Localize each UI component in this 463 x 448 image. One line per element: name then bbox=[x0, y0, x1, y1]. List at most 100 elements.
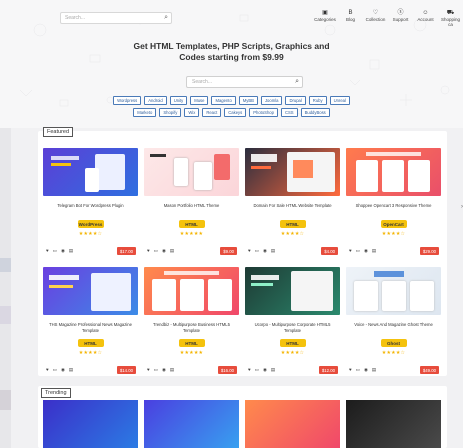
nav-support[interactable]: ⓢ Support bbox=[388, 10, 413, 27]
cart-icon[interactable]: ▤ bbox=[271, 248, 275, 253]
heart-icon[interactable]: ♥ bbox=[46, 367, 49, 372]
product-thumbnail[interactable] bbox=[144, 148, 239, 196]
hero-search-input[interactable]: Search... ⌕ bbox=[186, 76, 303, 88]
product-title[interactable]: Telegram Bot For Wordpress Plugin bbox=[43, 203, 138, 215]
category-badge[interactable]: HTML bbox=[279, 220, 306, 228]
product-title[interactable]: THS Magazine Professional News Magazine … bbox=[43, 322, 138, 334]
cart-icon[interactable]: ▤ bbox=[372, 248, 376, 253]
tag-item[interactable]: BuddyBoss bbox=[300, 108, 330, 117]
heart-icon[interactable]: ♥ bbox=[147, 367, 150, 372]
product-title[interactable]: Ucorpo - Multipurpose Corporate HTML5 Te… bbox=[245, 322, 340, 334]
monitor-icon[interactable]: ▭ bbox=[356, 248, 360, 253]
product-thumbnail[interactable] bbox=[43, 148, 138, 196]
product-title[interactable]: Trendbiz - Multipurpose Business HTML5 T… bbox=[144, 322, 239, 334]
cart-icon[interactable]: ▤ bbox=[170, 367, 174, 372]
tag-item[interactable]: Magento bbox=[211, 96, 236, 105]
product-card[interactable]: Domain For Sale HTML Website Template HT… bbox=[245, 148, 340, 258]
product-title[interactable]: Voice - News And Magazine Ghost Theme bbox=[346, 322, 441, 334]
cart-icon[interactable]: ▤ bbox=[372, 367, 376, 372]
monitor-icon[interactable]: ▭ bbox=[255, 248, 259, 253]
tag-item[interactable]: MyBB bbox=[238, 96, 258, 105]
header-search-input[interactable]: Search... ⌕ bbox=[60, 12, 172, 24]
tag-item[interactable]: Ruby bbox=[308, 96, 327, 105]
monitor-icon[interactable]: ▭ bbox=[356, 367, 360, 372]
cart-icon[interactable]: ▤ bbox=[271, 367, 275, 372]
nav-blog[interactable]: B Blog bbox=[338, 10, 363, 27]
tag-item[interactable]: Unity bbox=[169, 96, 188, 105]
product-title[interactable]: Mason Portfolio HTML Theme bbox=[144, 203, 239, 215]
search-icon[interactable]: ⌕ bbox=[295, 78, 299, 86]
eye-icon[interactable]: ◉ bbox=[364, 248, 368, 253]
heart-icon[interactable]: ♥ bbox=[46, 248, 49, 253]
monitor-icon[interactable]: ▭ bbox=[53, 367, 57, 372]
tag-item[interactable]: Drupal bbox=[285, 96, 306, 105]
product-card[interactable]: Shoppee Opencart 3 Responsive Theme Open… bbox=[346, 148, 441, 258]
product-title[interactable]: Shoppee Opencart 3 Responsive Theme bbox=[346, 203, 441, 215]
tag-item[interactable]: Unreal bbox=[329, 96, 350, 105]
tag-item[interactable]: Cakeys bbox=[224, 108, 247, 117]
product-thumbnail[interactable] bbox=[43, 400, 138, 448]
price-badge[interactable]: $9.00 bbox=[220, 247, 237, 255]
tag-item[interactable]: CSS bbox=[280, 108, 298, 117]
eye-icon[interactable]: ◉ bbox=[263, 248, 267, 253]
tag-item[interactable]: Shopify bbox=[159, 108, 182, 117]
product-card[interactable]: Mason Portfolio HTML Theme HTML ★★★★★ ♥ ▭… bbox=[144, 148, 239, 258]
product-title[interactable]: Domain For Sale HTML Website Template bbox=[245, 203, 340, 215]
nav-account[interactable]: ☺ Account bbox=[413, 10, 438, 27]
tag-item[interactable]: Wix bbox=[184, 108, 200, 117]
heart-icon[interactable]: ♥ bbox=[349, 248, 352, 253]
product-thumbnail[interactable] bbox=[245, 400, 340, 448]
monitor-icon[interactable]: ▭ bbox=[53, 248, 57, 253]
price-badge[interactable]: $4.00 bbox=[321, 247, 338, 255]
monitor-icon[interactable]: ▭ bbox=[154, 248, 158, 253]
nav-categories[interactable]: ▣ Categories bbox=[312, 10, 338, 27]
nav-collection[interactable]: ♡ Collection bbox=[363, 10, 388, 27]
heart-icon[interactable]: ♥ bbox=[147, 248, 150, 253]
product-card[interactable]: Trendbiz - Multipurpose Business HTML5 T… bbox=[144, 267, 239, 377]
product-thumbnail[interactable] bbox=[346, 400, 441, 448]
monitor-icon[interactable]: ▭ bbox=[154, 367, 158, 372]
price-badge[interactable]: $17.00 bbox=[116, 247, 136, 255]
product-thumbnail[interactable] bbox=[245, 267, 340, 315]
tag-item[interactable]: Wordpress bbox=[113, 96, 142, 105]
price-badge[interactable]: $12.00 bbox=[318, 366, 338, 374]
category-badge[interactable]: HTML bbox=[77, 339, 104, 347]
tag-item[interactable]: React bbox=[202, 108, 222, 117]
search-icon[interactable]: ⌕ bbox=[164, 14, 168, 22]
product-thumbnail[interactable] bbox=[346, 148, 441, 196]
cart-icon[interactable]: ▤ bbox=[170, 248, 174, 253]
category-badge[interactable]: OpenCart bbox=[380, 220, 407, 228]
product-thumbnail[interactable] bbox=[144, 400, 239, 448]
eye-icon[interactable]: ◉ bbox=[162, 367, 166, 372]
category-badge[interactable]: WordPress bbox=[77, 220, 104, 228]
tag-item[interactable]: PhotoShop bbox=[249, 108, 278, 117]
eye-icon[interactable]: ◉ bbox=[61, 248, 65, 253]
eye-icon[interactable]: ◉ bbox=[162, 248, 166, 253]
tag-item[interactable]: Muse bbox=[190, 96, 209, 105]
product-thumbnail[interactable] bbox=[245, 148, 340, 196]
product-card[interactable]: Ucorpo - Multipurpose Corporate HTML5 Te… bbox=[245, 267, 340, 377]
tag-item[interactable]: Marketo bbox=[133, 108, 157, 117]
nav-shopping-cart[interactable]: ⛟ Shopping ca bbox=[438, 10, 463, 27]
product-card[interactable]: Telegram Bot For Wordpress Plugin WordPr… bbox=[43, 148, 138, 258]
price-badge[interactable]: $14.00 bbox=[116, 366, 136, 374]
eye-icon[interactable]: ◉ bbox=[263, 367, 267, 372]
monitor-icon[interactable]: ▭ bbox=[255, 367, 259, 372]
category-badge[interactable]: HTML bbox=[178, 220, 205, 228]
tag-item[interactable]: Android bbox=[144, 96, 167, 105]
product-card[interactable]: THS Magazine Professional News Magazine … bbox=[43, 267, 138, 377]
eye-icon[interactable]: ◉ bbox=[61, 367, 65, 372]
product-thumbnail[interactable] bbox=[144, 267, 239, 315]
cart-icon[interactable]: ▤ bbox=[69, 367, 73, 372]
price-badge[interactable]: $29.00 bbox=[419, 247, 439, 255]
category-badge[interactable]: Ghost bbox=[380, 339, 407, 347]
product-card[interactable]: Voice - News And Magazine Ghost Theme Gh… bbox=[346, 267, 441, 377]
heart-icon[interactable]: ♥ bbox=[349, 367, 352, 372]
product-thumbnail[interactable] bbox=[346, 267, 441, 315]
cart-icon[interactable]: ▤ bbox=[69, 248, 73, 253]
product-thumbnail[interactable] bbox=[43, 267, 138, 315]
price-badge[interactable]: $16.00 bbox=[217, 366, 237, 374]
price-badge[interactable]: $49.00 bbox=[419, 366, 439, 374]
heart-icon[interactable]: ♥ bbox=[248, 367, 251, 372]
heart-icon[interactable]: ♥ bbox=[248, 248, 251, 253]
